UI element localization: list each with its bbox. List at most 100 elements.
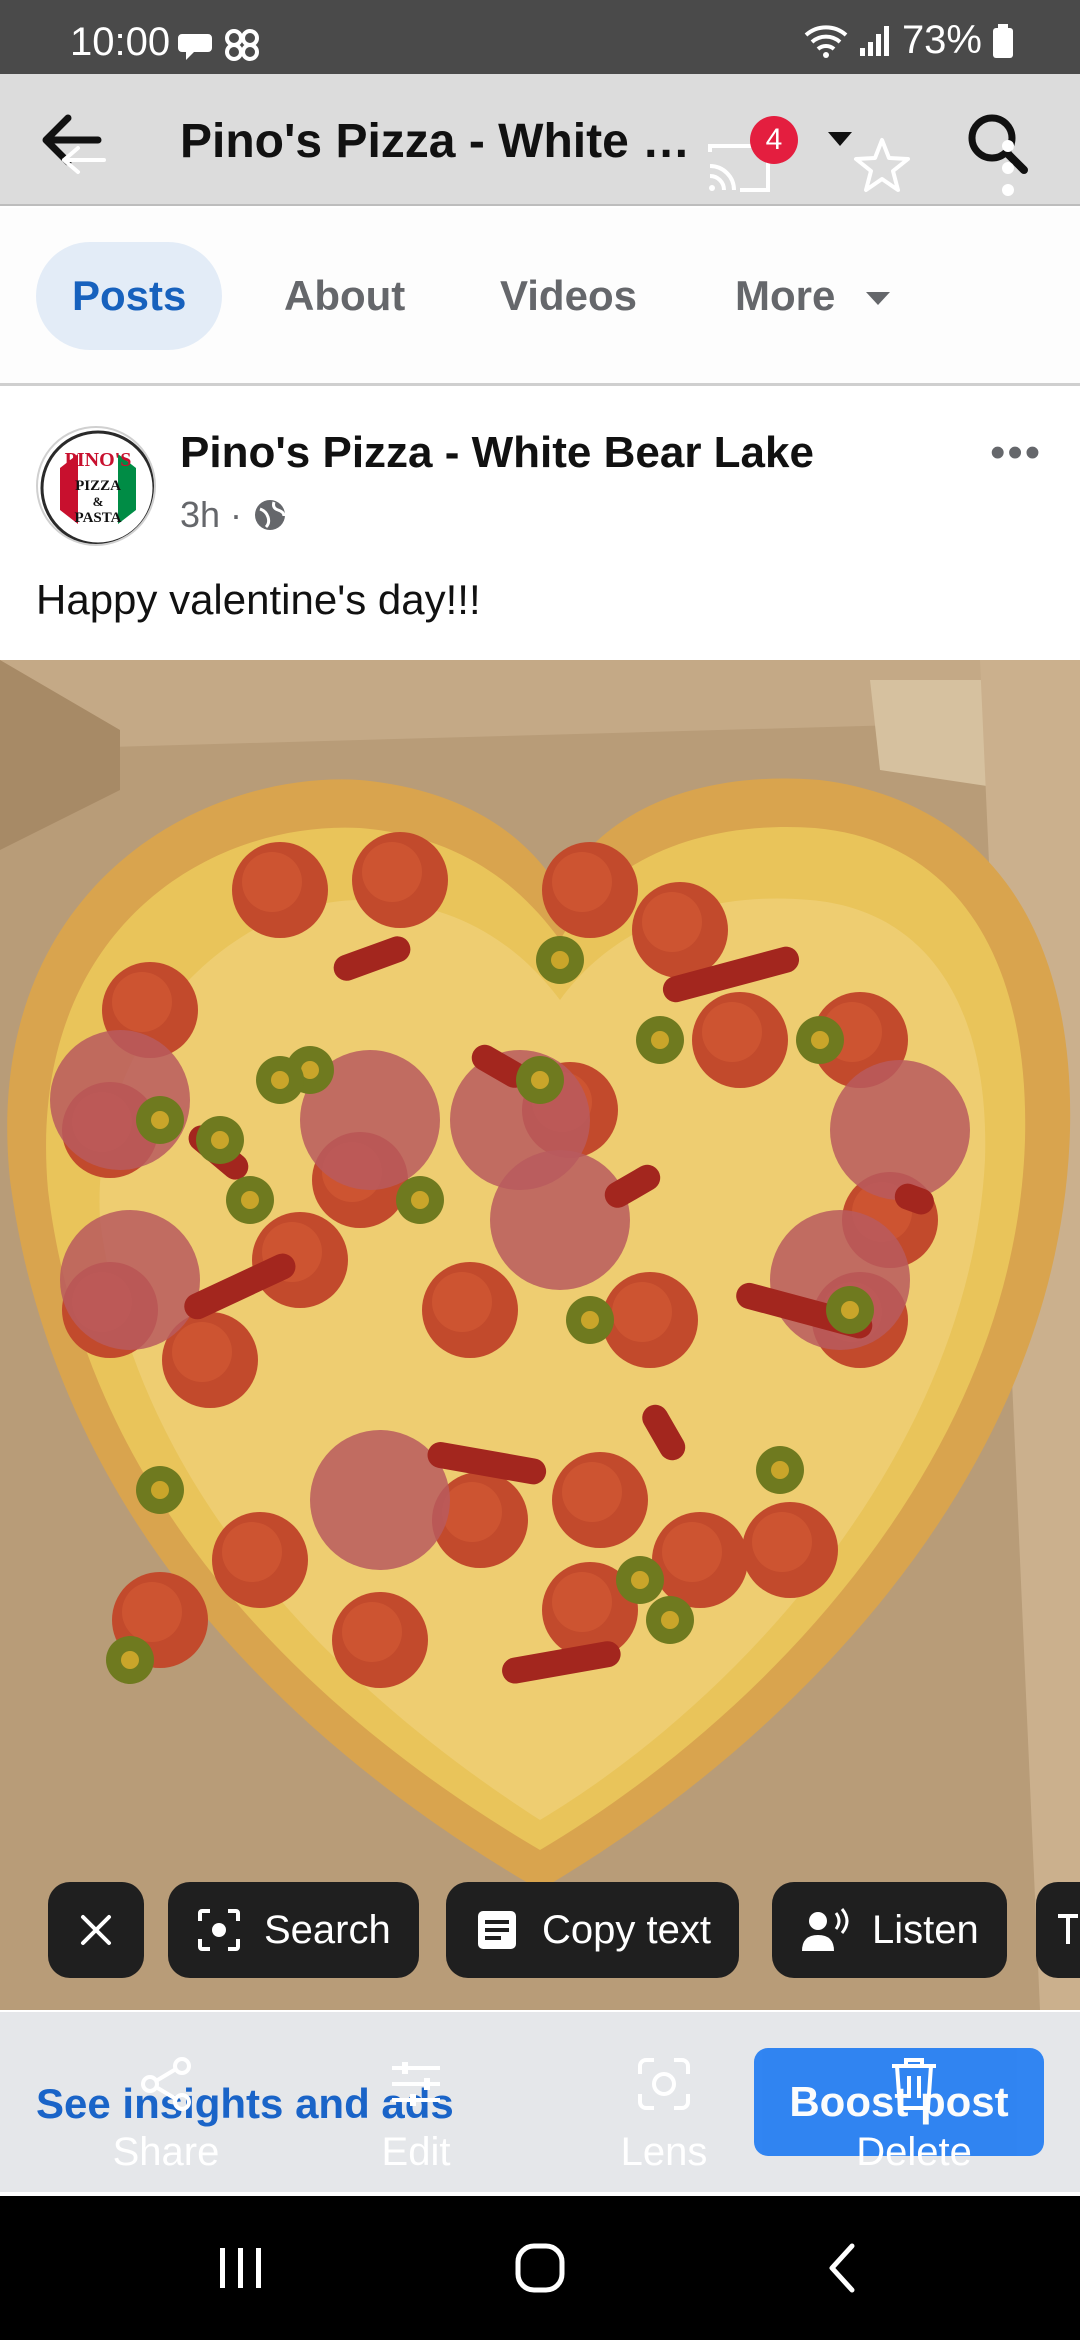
- search-icon: [968, 114, 1028, 174]
- listen-chip-label: Listen: [872, 1907, 979, 1952]
- status-time: 10:00: [70, 20, 171, 64]
- star-icon[interactable]: [852, 136, 912, 201]
- translate-icon: [1058, 1914, 1078, 1944]
- page-title: Pino's Pizza - White Bear Lake: [180, 115, 720, 168]
- olive-center: [411, 1191, 429, 1209]
- pepperoni-highlight: [702, 1002, 762, 1062]
- olive-center: [841, 1301, 859, 1319]
- post-time[interactable]: 3h: [180, 494, 220, 536]
- recents-button[interactable]: [200, 2236, 280, 2300]
- salami: [490, 1150, 630, 1290]
- edit-action[interactable]: Edit: [336, 2054, 496, 2175]
- delete-action[interactable]: Delete: [834, 2054, 994, 2175]
- status-right: 73%: [804, 18, 1014, 63]
- battery-icon: [993, 23, 1013, 58]
- post-options-button[interactable]: •••: [990, 428, 1042, 478]
- olive-center: [581, 1311, 599, 1329]
- pepperoni-highlight: [342, 1602, 402, 1662]
- chevron-left-icon: [829, 2243, 855, 2293]
- trash-icon: [892, 2058, 936, 2110]
- copy-text-chip-button[interactable]: Copy text: [446, 1882, 739, 1978]
- chevron-down-icon: [866, 291, 891, 305]
- delete-label: Delete: [856, 2130, 972, 2174]
- avatar[interactable]: PINO'S PIZZA & PASTA: [36, 426, 156, 546]
- dropdown-caret-icon[interactable]: [826, 130, 854, 155]
- notification-badge[interactable]: 4: [750, 116, 798, 164]
- document-icon: [478, 1911, 516, 1949]
- battery-percent: 73%: [901, 18, 982, 62]
- status-bar: 10:00 73%: [0, 0, 1080, 74]
- edit-label: Edit: [381, 2130, 451, 2174]
- olive-center: [661, 1611, 679, 1629]
- close-chip-button[interactable]: [48, 1882, 144, 1978]
- olive-center: [631, 1571, 649, 1589]
- lens-search-icon: [198, 1909, 240, 1951]
- listen-icon: [802, 1908, 849, 1951]
- system-back-button[interactable]: [804, 2236, 884, 2300]
- tab-videos[interactable]: Videos: [500, 242, 637, 350]
- pepperoni-highlight: [442, 1482, 502, 1542]
- lens-chip-row: Search Copy text Listen: [0, 1882, 1080, 1982]
- pepperoni-highlight: [242, 852, 302, 912]
- lens-action[interactable]: Lens: [584, 2054, 744, 2175]
- logo-text: PINO'S: [65, 449, 132, 471]
- tab-posts[interactable]: Posts: [36, 242, 223, 350]
- olive-center: [241, 1191, 259, 1209]
- back-button[interactable]: [34, 100, 114, 180]
- pepperoni-highlight: [432, 1272, 492, 1332]
- salami: [830, 1060, 970, 1200]
- wifi-icon: [804, 24, 848, 58]
- system-nav-bar: [0, 2196, 1080, 2340]
- post-text: Happy valentine's day!!!: [36, 576, 481, 623]
- lens-label: Lens: [620, 2130, 708, 2174]
- app-bar: Pino's Pizza - White Bear Lake 4: [0, 74, 1080, 206]
- recents-icon: [220, 2248, 261, 2288]
- svg-text:PIZZA: PIZZA: [75, 478, 121, 494]
- post-action-strip: See insights and ads Boost post Share Ed…: [0, 2012, 1080, 2192]
- olive-center: [151, 1111, 169, 1129]
- overflow-menu-icon[interactable]: [1000, 138, 1016, 203]
- share-action[interactable]: Share: [86, 2054, 246, 2175]
- pepperoni-highlight: [222, 1522, 282, 1582]
- pepperoni-highlight: [752, 1512, 812, 1572]
- pepperoni-highlight: [642, 892, 702, 952]
- pepperoni-highlight: [172, 1322, 232, 1382]
- pepperoni-highlight: [362, 842, 422, 902]
- pepperoni-highlight: [562, 1462, 622, 1522]
- post-author[interactable]: Pino's Pizza - White Bear Lake: [180, 428, 814, 478]
- post-photo[interactable]: [0, 660, 1080, 2010]
- pepperoni-highlight: [612, 1282, 672, 1342]
- tab-about[interactable]: About: [284, 242, 405, 350]
- svg-text:&: &: [93, 494, 104, 509]
- home-button[interactable]: [500, 2236, 580, 2300]
- svg-text:PASTA: PASTA: [75, 510, 122, 526]
- listen-chip-button[interactable]: Listen: [772, 1882, 1007, 1978]
- search-chip-button[interactable]: Search: [168, 1882, 419, 1978]
- olive-center: [811, 1031, 829, 1049]
- pepperoni-highlight: [122, 1582, 182, 1642]
- olive-center: [271, 1071, 289, 1089]
- pepperoni-highlight: [552, 1572, 612, 1632]
- home-icon: [515, 2243, 565, 2293]
- olive-center: [651, 1031, 669, 1049]
- globe-icon: [255, 500, 286, 530]
- close-icon: [81, 1915, 111, 1945]
- salami: [60, 1210, 200, 1350]
- tune-icon: [392, 2062, 440, 2106]
- post-meta: 3h ·: [180, 494, 288, 536]
- translate-chip-button[interactable]: [1036, 1882, 1080, 1978]
- pepperoni-highlight: [112, 972, 172, 1032]
- copy-text-chip-label: Copy text: [542, 1907, 711, 1952]
- pepperoni-highlight: [552, 852, 612, 912]
- search-button[interactable]: [962, 108, 1032, 183]
- olive-center: [151, 1481, 169, 1499]
- tab-more[interactable]: More: [735, 242, 893, 350]
- olive-center: [531, 1071, 549, 1089]
- olive-center: [551, 951, 569, 969]
- olive-center: [121, 1651, 139, 1669]
- share-icon: [141, 2057, 191, 2111]
- pepperoni-highlight: [662, 1522, 722, 1582]
- page-tabs: Posts About Videos More: [0, 208, 1080, 386]
- lens-icon: [638, 2058, 690, 2110]
- tab-more-label: More: [735, 272, 836, 319]
